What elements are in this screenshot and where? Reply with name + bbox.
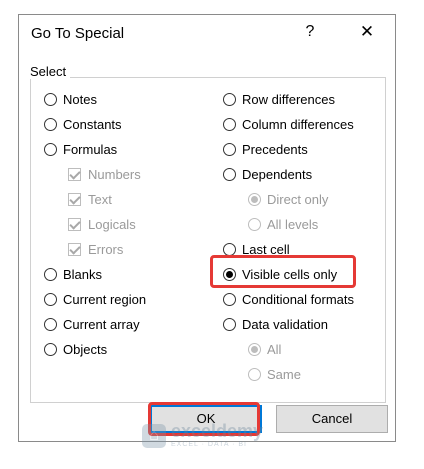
radio-all-levels[interactable] [248, 217, 261, 231]
option-blanks[interactable]: Blanks [44, 264, 102, 284]
radio-last-cell[interactable] [223, 242, 236, 256]
option-objects[interactable]: Objects [44, 339, 107, 359]
radio-formulas[interactable] [44, 142, 57, 156]
option-notes-label: Notes [63, 91, 97, 107]
radio-conditional-formats[interactable] [223, 292, 236, 306]
formula-logicals[interactable]: Logicals [68, 214, 136, 234]
option-visible-cells-only[interactable]: Visible cells only [223, 264, 337, 284]
radio-objects[interactable] [44, 342, 57, 356]
option-dependents[interactable]: Dependents [223, 164, 312, 184]
formula-errors[interactable]: Errors [68, 239, 123, 259]
option-constants[interactable]: Constants [44, 114, 122, 134]
radio-constants[interactable] [44, 117, 57, 131]
radio-precedents[interactable] [223, 142, 236, 156]
dialog-title: Go To Special [31, 25, 125, 42]
dependents-all-levels[interactable]: All levels [248, 214, 318, 234]
checkbox-errors[interactable] [68, 242, 81, 256]
option-column-differences[interactable]: Column differences [223, 114, 354, 134]
option-current-array-label: Current array [63, 316, 140, 332]
option-precedents-label: Precedents [242, 141, 308, 157]
option-conditional-formats-label: Conditional formats [242, 291, 354, 307]
option-current-region[interactable]: Current region [44, 289, 146, 309]
radio-row-differences[interactable] [223, 92, 236, 106]
radio-dependents[interactable] [223, 167, 236, 181]
option-row-differences[interactable]: Row differences [223, 89, 335, 109]
help-button[interactable]: ? [299, 19, 321, 45]
radio-data-validation[interactable] [223, 317, 236, 331]
radio-notes[interactable] [44, 92, 57, 106]
option-notes[interactable]: Notes [44, 89, 97, 109]
validation-all-label: All [267, 341, 282, 357]
title-bar: Go To Special ? ✕ [19, 15, 395, 51]
option-column-differences-label: Column differences [242, 116, 354, 132]
option-conditional-formats[interactable]: Conditional formats [223, 289, 354, 309]
option-current-array[interactable]: Current array [44, 314, 140, 334]
dependents-direct-only[interactable]: Direct only [248, 189, 328, 209]
radio-validation-same[interactable] [248, 367, 261, 381]
option-formulas[interactable]: Formulas [44, 139, 117, 159]
option-constants-label: Constants [63, 116, 122, 132]
close-button[interactable]: ✕ [353, 19, 381, 45]
radio-validation-all[interactable] [248, 342, 261, 356]
formula-text-label: Text [88, 191, 112, 207]
radio-visible-cells-only[interactable] [223, 267, 236, 281]
formula-numbers[interactable]: Numbers [68, 164, 141, 184]
validation-same-label: Same [267, 366, 301, 382]
checkbox-logicals[interactable] [68, 217, 81, 231]
radio-blanks[interactable] [44, 267, 57, 281]
dependents-direct-only-label: Direct only [267, 191, 329, 207]
option-visible-cells-only-label: Visible cells only [242, 266, 338, 282]
formula-logicals-label: Logicals [88, 216, 136, 232]
option-formulas-label: Formulas [63, 141, 118, 157]
option-objects-label: Objects [63, 341, 108, 357]
radio-column-differences[interactable] [223, 117, 236, 131]
checkbox-text[interactable] [68, 192, 81, 206]
option-precedents[interactable]: Precedents [223, 139, 308, 159]
option-blanks-label: Blanks [63, 266, 103, 282]
dependents-all-levels-label: All levels [267, 216, 319, 232]
formula-errors-label: Errors [88, 241, 124, 257]
radio-current-region[interactable] [44, 292, 57, 306]
validation-all[interactable]: All [248, 339, 281, 359]
option-row-differences-label: Row differences [242, 91, 335, 107]
radio-current-array[interactable] [44, 317, 57, 331]
select-group-label: Select [30, 64, 71, 79]
ok-button[interactable]: OK [150, 405, 262, 433]
option-dependents-label: Dependents [242, 166, 313, 182]
option-data-validation-label: Data validation [242, 316, 328, 332]
option-last-cell[interactable]: Last cell [223, 239, 290, 259]
go-to-special-dialog: Go To Special ? ✕ Select Notes Constants… [18, 14, 396, 442]
formula-numbers-label: Numbers [88, 166, 141, 182]
cancel-button[interactable]: Cancel [276, 405, 388, 433]
option-data-validation[interactable]: Data validation [223, 314, 328, 334]
validation-same[interactable]: Same [248, 364, 301, 384]
option-last-cell-label: Last cell [242, 241, 290, 257]
formula-text[interactable]: Text [68, 189, 112, 209]
checkbox-numbers[interactable] [68, 167, 81, 181]
option-current-region-label: Current region [63, 291, 147, 307]
radio-direct-only[interactable] [248, 192, 261, 206]
